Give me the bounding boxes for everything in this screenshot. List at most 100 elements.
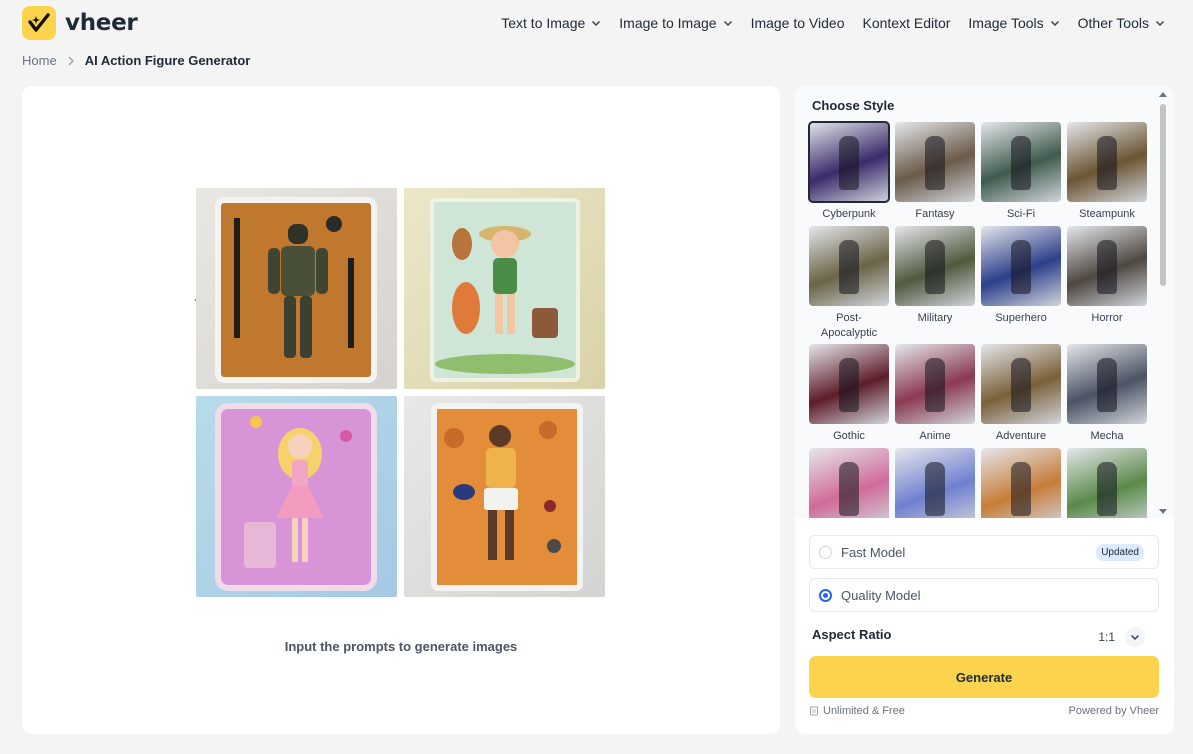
nav-label: Kontext Editor	[862, 15, 951, 31]
chevron-down-icon	[592, 20, 601, 27]
style-thumbnail	[895, 226, 975, 306]
style-thumbnail	[895, 344, 975, 424]
figure-silhouette	[1097, 358, 1117, 412]
figure-silhouette	[1097, 136, 1117, 190]
chevron-down-icon	[723, 20, 732, 27]
fast-model-radio[interactable]	[819, 545, 832, 559]
style-label: Mecha	[1090, 430, 1124, 442]
style-mecha[interactable]: Mecha	[1067, 344, 1147, 448]
style-label: Fantasy	[915, 208, 955, 220]
style-thumbnail	[1067, 122, 1147, 202]
style-label: Gothic	[833, 430, 865, 442]
quality-model-option[interactable]: Quality Model	[809, 578, 1159, 612]
scroll-thumb[interactable]	[1160, 104, 1166, 286]
aspect-ratio-select[interactable]: 1:1	[1098, 627, 1145, 647]
nav-image-tools[interactable]: Image Tools	[968, 15, 1059, 31]
unlimited-free-text: Unlimited & Free	[823, 705, 905, 717]
style-label: Sci-Fi	[1006, 208, 1036, 220]
style-post-apocalyptic[interactable]: Post-Apocalyptic	[809, 226, 889, 344]
nav-other-tools[interactable]: Other Tools	[1078, 15, 1165, 31]
scroll-up-arrow-icon[interactable]	[1158, 90, 1168, 98]
figure-silhouette	[925, 358, 945, 412]
style-thumbnail	[981, 226, 1061, 306]
explorer-girl-figure-image	[404, 188, 605, 389]
breadcrumb: Home AI Action Figure Generator	[22, 53, 250, 68]
nav-label: Other Tools	[1077, 15, 1149, 31]
style-thumbnail	[809, 448, 889, 518]
generate-button[interactable]: Generate	[809, 656, 1159, 698]
style-thumbnail	[895, 448, 975, 518]
style-thumbnail	[808, 121, 890, 203]
nav-kontext-editor[interactable]: Kontext Editor	[862, 15, 950, 31]
style-thumbnail	[809, 226, 889, 306]
figure-silhouette	[1011, 358, 1031, 412]
style-row: Gothic Anime Adventure Mecha	[809, 344, 1149, 448]
style-adventure[interactable]: Adventure	[981, 344, 1061, 448]
fast-model-option[interactable]: Fast Model Updated	[809, 535, 1159, 569]
fast-model-label: Fast Model	[841, 544, 906, 560]
style-row	[809, 448, 1149, 518]
style-thumbnail	[981, 448, 1061, 518]
style-thumbnail	[895, 122, 975, 202]
style-thumbnail	[981, 122, 1061, 202]
chevron-down-icon	[1155, 20, 1165, 27]
logo-text: vheer	[65, 10, 138, 36]
style-thumbnail	[809, 344, 889, 424]
style-title: Choose Style	[812, 98, 895, 113]
style-label: Anime	[919, 430, 951, 442]
style-label: Steampunk	[1079, 208, 1135, 220]
main-nav: Text to Image Image to Image Image to Vi…	[501, 15, 1165, 31]
nav-image-to-image[interactable]: Image to Image	[619, 15, 732, 31]
top-header: vheer Text to Image Image to Image Image…	[0, 0, 1193, 48]
style-horror[interactable]: Horror	[1067, 226, 1147, 344]
figure-silhouette	[1011, 136, 1031, 190]
style-item[interactable]	[809, 448, 889, 518]
preview-panel: Input the prompts to generate images	[22, 86, 780, 734]
aspect-ratio-label: Aspect Ratio	[812, 627, 892, 642]
style-item[interactable]	[895, 448, 975, 518]
style-scrollbar[interactable]	[1158, 90, 1168, 516]
style-item[interactable]	[1067, 448, 1147, 518]
nav-label: Image to Image	[619, 15, 717, 31]
style-military[interactable]: Military	[895, 226, 975, 344]
style-label: Military	[917, 312, 953, 324]
vheer-logo[interactable]: vheer	[22, 6, 138, 40]
scroll-down-arrow-icon[interactable]	[1158, 508, 1168, 516]
style-thumbnail	[1067, 344, 1147, 424]
figure-silhouette	[925, 136, 945, 190]
style-label: Adventure	[995, 430, 1047, 442]
style-sci-fi[interactable]: Sci-Fi	[981, 122, 1061, 226]
style-superhero[interactable]: Superhero	[981, 226, 1061, 344]
updated-badge: Updated	[1096, 544, 1144, 561]
figure-silhouette	[839, 462, 859, 516]
sample-image-grid	[196, 188, 606, 598]
style-label: Post-Apocalyptic	[820, 312, 878, 339]
quality-model-radio[interactable]	[819, 588, 832, 602]
nav-label: Image to Video	[750, 15, 845, 31]
style-fantasy[interactable]: Fantasy	[895, 122, 975, 226]
figure-silhouette	[1097, 462, 1117, 516]
prompt-hint: Input the prompts to generate images	[284, 639, 518, 654]
style-steampunk[interactable]: Steampunk	[1067, 122, 1147, 226]
princess-figure-image	[196, 396, 397, 597]
style-row: Post-Apocalyptic Military Superhero Horr…	[809, 226, 1149, 344]
page-title: AI Action Figure Generator	[84, 53, 251, 68]
document-icon	[810, 706, 818, 716]
style-picker: Choose Style Cyberpunk Fantasy Sci-Fi St	[795, 86, 1174, 518]
logo-mark-icon	[22, 6, 56, 40]
style-label: Horror	[1091, 312, 1123, 324]
style-gothic[interactable]: Gothic	[809, 344, 889, 448]
figure-silhouette	[1011, 240, 1031, 294]
style-cyberpunk[interactable]: Cyberpunk	[808, 121, 890, 226]
nav-text-to-image[interactable]: Text to Image	[501, 15, 601, 31]
style-anime[interactable]: Anime	[895, 344, 975, 448]
quality-model-label: Quality Model	[841, 587, 921, 603]
unlimited-free-note: Unlimited & Free	[809, 705, 905, 717]
control-panel: Choose Style Cyberpunk Fantasy Sci-Fi St	[795, 86, 1174, 734]
breadcrumb-home[interactable]: Home	[22, 53, 57, 68]
nav-image-to-video[interactable]: Image to Video	[751, 15, 845, 31]
chevron-down-icon	[1125, 627, 1145, 647]
figure-silhouette	[1097, 240, 1117, 294]
style-label: Superhero	[995, 312, 1047, 324]
style-item[interactable]	[981, 448, 1061, 518]
